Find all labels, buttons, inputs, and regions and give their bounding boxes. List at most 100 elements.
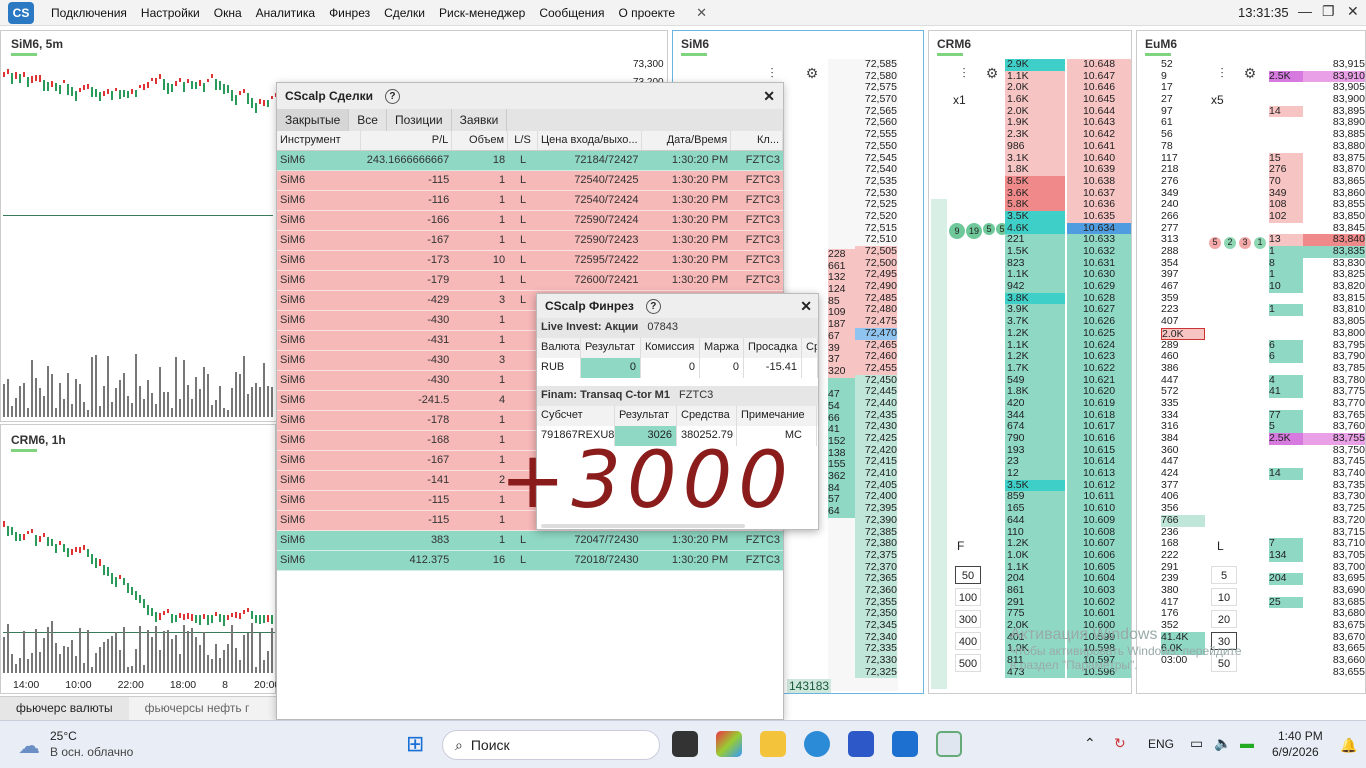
book-cell[interactable]: 72,570 [855, 93, 897, 106]
book-cell[interactable] [1269, 655, 1303, 667]
book-cell[interactable] [1269, 398, 1303, 410]
book-cell[interactable]: 72,345 [855, 619, 897, 632]
start-icon[interactable]: ⊞ [406, 733, 430, 757]
book-cell[interactable]: 424 [1161, 467, 1205, 480]
weather-text[interactable]: В осн. облачно [50, 745, 133, 759]
book-cell[interactable] [1269, 316, 1303, 328]
book-cell[interactable] [1269, 141, 1303, 153]
help-icon[interactable]: ? [384, 88, 400, 104]
book-cell[interactable]: 644 [1005, 514, 1065, 527]
menu-finres[interactable]: Финрез [322, 6, 377, 20]
book-cell[interactable]: 10.616 [1067, 432, 1131, 445]
book-cell[interactable]: 204 [1269, 573, 1303, 585]
tab-orders[interactable]: Заявки [452, 109, 508, 131]
language-indicator[interactable]: ENG [1148, 737, 1174, 751]
book-cell[interactable]: 83,820 [1303, 280, 1365, 293]
book-cell[interactable]: 41 [1269, 386, 1303, 398]
book-cell[interactable]: 288 [1161, 245, 1205, 258]
book-cell[interactable]: 83,655 [1303, 666, 1365, 679]
book-cell[interactable]: 72,390 [855, 514, 897, 527]
sync-icon[interactable]: ↻ [1114, 735, 1126, 752]
book-cell[interactable]: 2.9K [1005, 58, 1065, 71]
book-cell[interactable]: 83,835 [1303, 245, 1365, 258]
table-row[interactable]: SiM6 -166 1 L 72590/72424 1:30:20 PM FZTC3 [277, 211, 783, 231]
book-cell[interactable]: 467 [1161, 280, 1205, 293]
menu-windows[interactable]: Окна [207, 6, 249, 20]
table-row[interactable]: SiM6 412.375 16 L 72018/72430 1:30:20 PM FZTC3 [277, 551, 783, 571]
book-cell[interactable]: 72,330 [855, 654, 897, 667]
chart-crm-1h[interactable]: CRM6, 1h 14:00 10:00 22:00 18:00 8 20:00 [0, 424, 280, 694]
book-cell[interactable]: 83,785 [1303, 362, 1365, 375]
table-row[interactable]: SiM6 383 1 L 72047/72430 1:30:20 PM FZTC3 [277, 531, 783, 551]
menu-settings[interactable]: Настройки [134, 6, 207, 20]
book-cell[interactable]: 83,705 [1303, 549, 1365, 562]
cscalp-icon[interactable] [936, 731, 962, 757]
close-icon[interactable]: ✕ [800, 298, 812, 315]
copilot-icon[interactable] [716, 731, 742, 757]
book-cell[interactable]: 83,800 [1303, 327, 1365, 340]
column-header[interactable]: Инструмент [277, 131, 361, 150]
book-cell[interactable]: 14 [1269, 105, 1303, 118]
gear-icon[interactable]: ⚙ [1239, 65, 1261, 87]
book-cell[interactable]: 3.5K [1005, 210, 1065, 223]
book-cell[interactable]: 83,865 [1303, 175, 1365, 188]
book-cell[interactable]: 1.6K [1005, 93, 1065, 106]
notification-icon[interactable]: 🔔 [1340, 737, 1357, 754]
book-cell[interactable]: 1 [1269, 304, 1303, 317]
tab-positions[interactable]: Позиции [387, 109, 452, 131]
volume-icon[interactable]: 🔈 [1214, 735, 1231, 752]
book-cell[interactable]: 83,850 [1303, 210, 1365, 223]
book-cell[interactable]: 10.641 [1067, 140, 1131, 153]
book-cell[interactable]: 384 [1161, 432, 1205, 445]
book-cell[interactable]: 72,490 [855, 280, 897, 293]
maximize-icon[interactable]: ❐ [1322, 3, 1335, 20]
book-cell[interactable]: 72,440 [855, 397, 897, 410]
column-header[interactable]: P/L [361, 131, 453, 150]
book-cell[interactable]: 407 [1161, 315, 1205, 328]
column-header[interactable]: Объем [452, 131, 509, 150]
book-cell[interactable]: 1.5K [1005, 245, 1065, 258]
book-cell[interactable] [1269, 585, 1303, 597]
book-cell[interactable]: 10.629 [1067, 280, 1131, 293]
book-cell[interactable]: 83,755 [1303, 432, 1365, 445]
book-cell[interactable]: 10.625 [1067, 327, 1131, 340]
book-cell[interactable]: 266 [1161, 210, 1205, 223]
book-cell[interactable] [1269, 608, 1303, 620]
help-icon[interactable]: ? [645, 298, 661, 314]
weather-temp[interactable]: 25°C [50, 729, 77, 743]
monitor-icon[interactable]: ▭ [1190, 735, 1203, 752]
table-row[interactable]: SiM6 243.1666666667 18 L 72184/72427 1:30:20 … [277, 151, 783, 171]
finres-header[interactable]: CScalp Финрез ? ✕ [537, 294, 818, 318]
qty-mode[interactable]: L [1217, 539, 1224, 553]
edge-icon[interactable] [804, 731, 830, 757]
book-cell[interactable]: 1.2K [1005, 327, 1065, 340]
minimize-icon[interactable]: — [1298, 3, 1312, 19]
book-cell[interactable] [1269, 620, 1303, 632]
weather-icon[interactable]: ☁ [18, 733, 40, 759]
book-cell[interactable]: 83,915 [1303, 58, 1365, 71]
menu-analytics[interactable]: Аналитика [249, 6, 322, 20]
book-cell[interactable]: 10.606 [1067, 549, 1131, 562]
book-cell[interactable] [1269, 328, 1303, 340]
book-cell[interactable]: 83,690 [1303, 584, 1365, 597]
dom-crm[interactable]: CRM6 ⫶ ⚙ x1 9 19 5 5 2.9K 1.1K 2.0K 1.6K 2.0… [928, 30, 1132, 694]
folder-icon[interactable] [760, 731, 786, 757]
table-row[interactable]: SiM6 -116 1 L 72540/72424 1:30:20 PM FZTC3 [277, 191, 783, 211]
menu-risk-manager[interactable]: Риск-менеджер [432, 6, 532, 20]
book-cell[interactable]: 386 [1161, 362, 1205, 375]
book-cell[interactable]: 78 [1161, 140, 1205, 153]
chart-add-icon[interactable]: ⫶ [953, 65, 975, 87]
book-cell[interactable] [1269, 129, 1303, 141]
book-cell[interactable]: 27 [1161, 93, 1205, 106]
qty-button[interactable]: 5 [1211, 566, 1237, 584]
book-cell[interactable]: 2.5K [1269, 432, 1303, 445]
table-row[interactable]: SiM6 -167 1 L 72590/72423 1:30:20 PM FZTC3 [277, 231, 783, 251]
book-cell[interactable]: 420 [1005, 397, 1065, 410]
battery-icon[interactable]: ▬ [1240, 735, 1254, 751]
book-cell[interactable]: 72,535 [855, 175, 897, 188]
book-cell[interactable]: 25 [1269, 596, 1303, 609]
book-cell[interactable] [1269, 480, 1303, 492]
taskbar-date[interactable]: 6/9/2026 [1272, 745, 1319, 759]
outlook-icon[interactable] [892, 731, 918, 757]
book-cell[interactable] [1269, 82, 1303, 94]
